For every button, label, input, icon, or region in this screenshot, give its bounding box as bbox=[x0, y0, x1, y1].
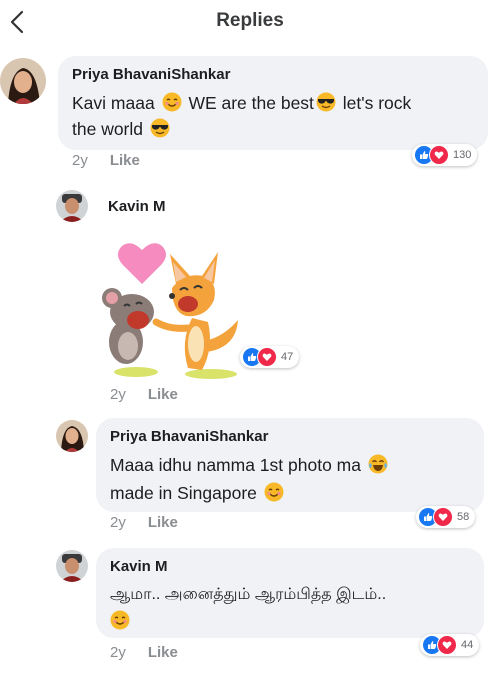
smiling-face-emoji bbox=[264, 482, 284, 502]
header-bar: Replies bbox=[0, 0, 500, 44]
avatar[interactable] bbox=[0, 58, 46, 104]
comment-text: Maaa idhu namma 1st photo ma bbox=[110, 450, 390, 480]
comment-author[interactable]: Priya BhavaniShankar bbox=[110, 428, 268, 445]
comment-meta: 2y Like bbox=[110, 644, 178, 661]
sunglasses-face-emoji bbox=[316, 92, 336, 112]
comment-author[interactable]: Kavin M bbox=[110, 558, 168, 575]
comment-meta: 2y Like bbox=[110, 386, 178, 403]
heart-reaction-icon bbox=[437, 635, 457, 655]
reaction-count: 47 bbox=[281, 351, 294, 363]
heart-reaction-icon bbox=[429, 145, 449, 165]
sticker-image[interactable] bbox=[96, 232, 246, 382]
comment-text-line2: made in Singapore bbox=[110, 478, 286, 508]
reaction-count: 130 bbox=[453, 149, 472, 161]
heart-reaction-icon bbox=[433, 507, 453, 527]
timestamp: 2y bbox=[110, 386, 126, 403]
avatar[interactable] bbox=[56, 550, 88, 582]
reaction-count: 58 bbox=[457, 511, 470, 523]
replies-screen: Replies Priya BhavaniShankar Kavi maaa W… bbox=[0, 0, 500, 686]
heart-reaction-icon bbox=[257, 347, 277, 367]
tears-of-joy-emoji bbox=[368, 454, 388, 474]
reaction-summary[interactable]: 58 bbox=[416, 506, 476, 528]
avatar[interactable] bbox=[56, 420, 88, 452]
comment-text-line2: the world bbox=[72, 114, 172, 144]
comment-text-line2 bbox=[108, 606, 132, 636]
like-button[interactable]: Like bbox=[148, 386, 178, 403]
timestamp: 2y bbox=[110, 644, 126, 661]
comment-meta: 2y Like bbox=[72, 152, 140, 169]
timestamp: 2y bbox=[72, 152, 88, 169]
sunglasses-face-emoji bbox=[150, 118, 170, 138]
comment-text: ஆமா.. அனைத்தும் ஆரம்பித்த இடம்.. bbox=[110, 586, 387, 603]
timestamp: 2y bbox=[110, 514, 126, 531]
like-button[interactable]: Like bbox=[110, 152, 140, 169]
reaction-count: 44 bbox=[461, 639, 474, 651]
comment-author[interactable]: Kavin M bbox=[108, 198, 166, 215]
smiling-face-emoji bbox=[110, 610, 130, 630]
reaction-summary[interactable]: 44 bbox=[420, 634, 480, 656]
like-button[interactable]: Like bbox=[148, 514, 178, 531]
reaction-summary[interactable]: 130 bbox=[412, 144, 478, 166]
comment-meta: 2y Like bbox=[110, 514, 178, 531]
smiling-face-emoji bbox=[162, 92, 182, 112]
reaction-summary[interactable]: 47 bbox=[240, 346, 300, 368]
page-title: Replies bbox=[216, 10, 284, 31]
avatar[interactable] bbox=[56, 190, 88, 222]
comment-author[interactable]: Priya BhavaniShankar bbox=[72, 66, 230, 83]
like-button[interactable]: Like bbox=[148, 644, 178, 661]
